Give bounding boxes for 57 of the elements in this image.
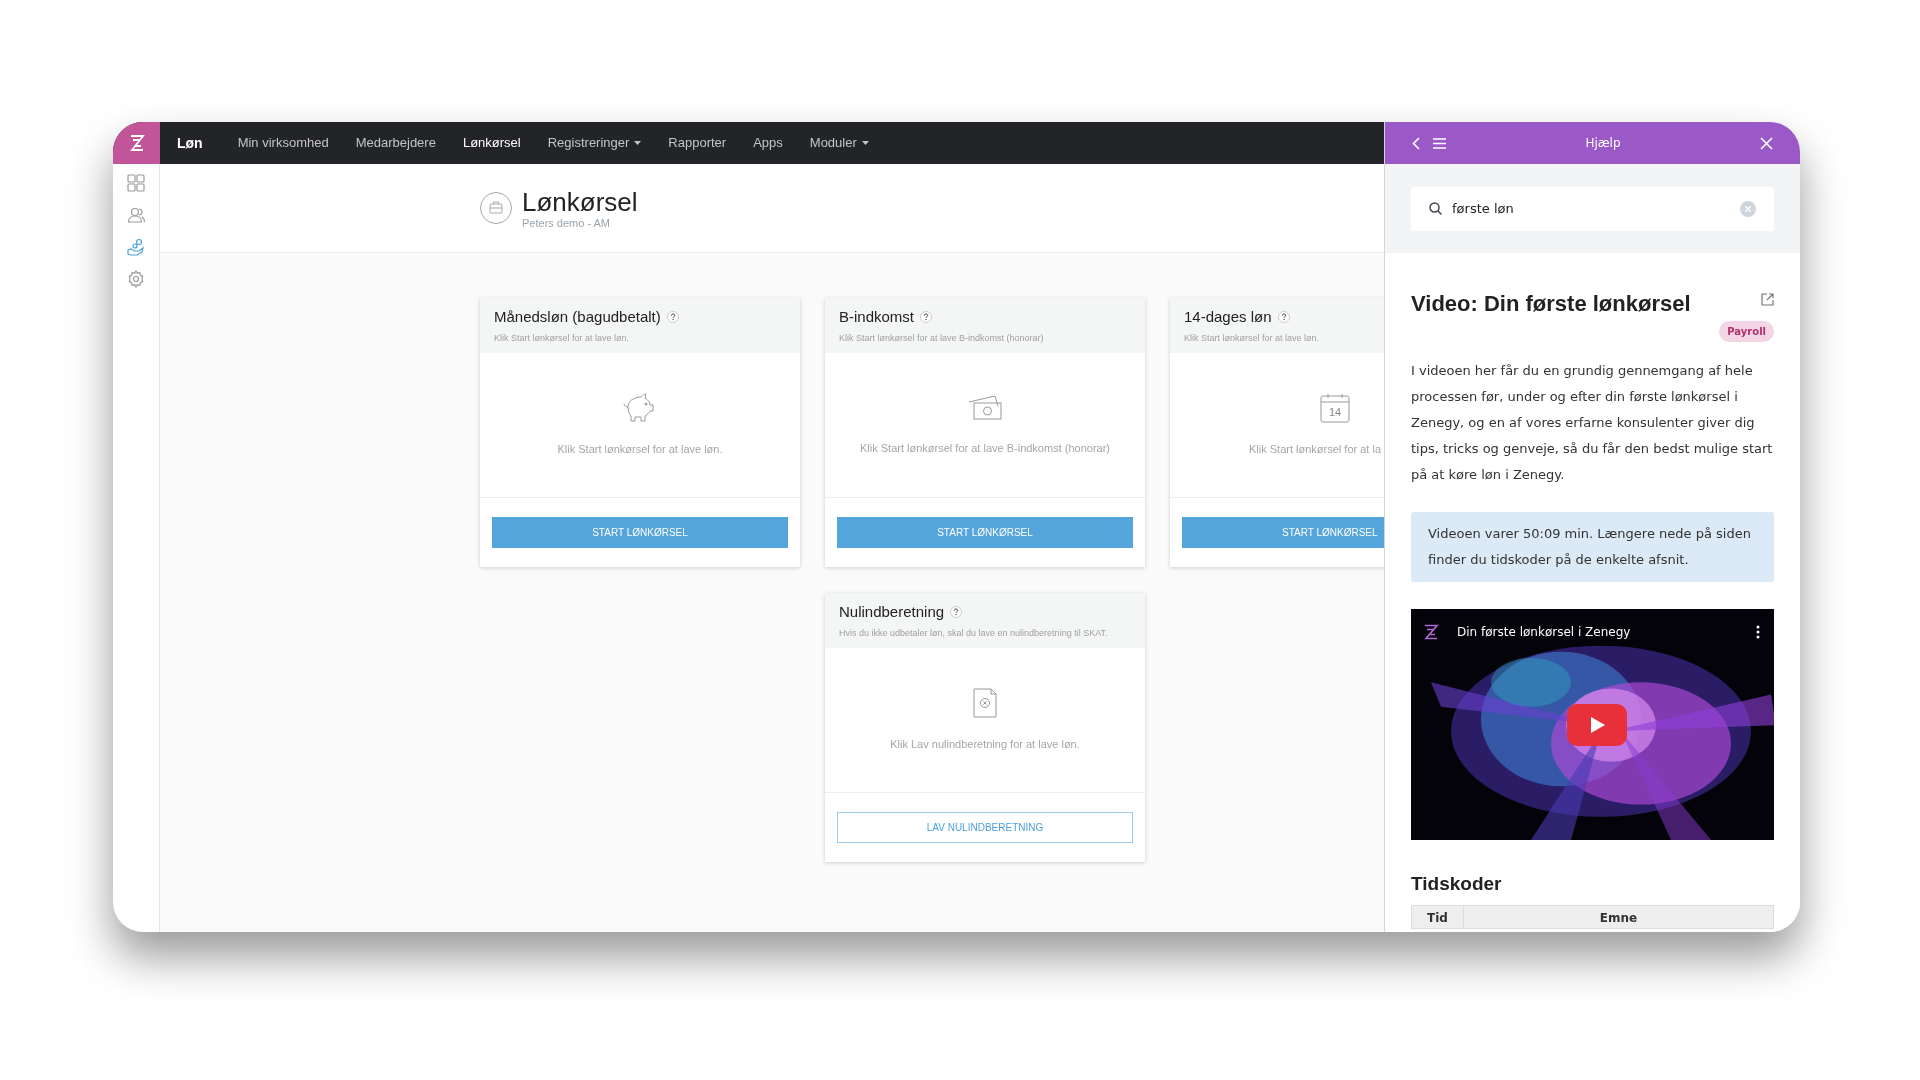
card-message: Klik Start lønkørsel for at lave B-indkomst (honorar) [860,440,1110,456]
help-icon[interactable] [920,311,933,324]
panel-title: Hjælp [1584,135,1622,152]
caret-icon [634,141,642,145]
card-subtitle: Klik Start lønkørsel for at lave løn. [1184,331,1321,345]
video-title: Din første lønkørsel i Zenegy [1457,624,1632,641]
back-icon[interactable] [1412,136,1420,150]
hand-coins-icon[interactable] [127,238,145,256]
card-subtitle: Hvis du ikke udbetaler løn, skal du lave en nulindberetning til SKAT. [839,626,1109,640]
nav-link[interactable]: Apps [753,133,783,153]
search-icon [1429,202,1442,215]
info-note: Videoen varer 50:09 min. Længere nede på siden finder du tidskoder på de enkelte afsnit. [1411,512,1774,582]
nav-link[interactable]: Rapporter [668,133,727,153]
article-text: I videoen her får du en grundig gennemgang af hele processen før, under og efter din første lønkørsel i Zenegy, og en af vores erfarne konsulenter giver dig tips, tricks og genveje, så du får den bedst mulige start på at køre løn i Zenegy. [1411,362,1774,484]
card-message: Klik Start lønkørsel for at lave løn. [557,441,723,457]
search-field[interactable]: første løn [1411,186,1774,231]
logo-icon [128,134,145,152]
card-title: Månedsløn (bagudbetalt) [494,307,661,327]
card-subtitle: Klik Start lønkørsel for at lave B-indkomst (honorar) [839,331,1045,345]
close-icon[interactable] [1760,136,1773,150]
category-tag: Payroll [1719,321,1774,342]
logo-tile[interactable] [113,122,160,164]
card-message: Klik Start lønkørsel for at la [1249,441,1382,457]
nav-link[interactable]: Min virksomhed [237,133,329,153]
channel-logo-icon [1423,624,1439,640]
more-icon[interactable] [1756,625,1760,639]
page-subtitle: Peters demo - AM [522,216,612,230]
card-title: 14-dages løn [1184,307,1272,327]
page-title: Lønkørsel [522,186,638,217]
card-message: Klik Lav nulindberetning for at lave løn. [890,736,1080,752]
card-subtitle: Klik Start lønkørsel for at lave løn. [494,331,631,345]
people-icon[interactable] [127,206,145,224]
menu-icon[interactable] [1433,137,1446,149]
external-link-icon[interactable] [1761,293,1774,306]
section-title: Løn [177,133,203,153]
section-heading: Tidskoder [1411,872,1503,896]
card-title: B-indkomst [839,307,915,327]
nav-link[interactable]: Registreringer [547,133,642,153]
calendar-icon: 14 [1320,392,1350,423]
piggy-bank-icon [623,392,657,423]
play-icon[interactable] [1567,704,1627,746]
help-icon[interactable] [666,311,679,324]
briefcase-icon [480,192,512,224]
grid-icon[interactable] [127,174,145,192]
nav-link[interactable]: Medarbejdere [355,133,436,153]
settings-icon[interactable] [127,270,145,288]
column-header: Tid [1412,905,1464,928]
card-title: Nulindberetning [839,602,945,622]
document-cross-icon [973,687,997,718]
help-icon[interactable] [950,606,963,619]
banknotes-icon [967,393,1003,422]
caret-icon [861,141,869,145]
nav-link[interactable]: Moduler [809,133,869,153]
nav-link[interactable]: Lønkørsel [462,133,521,153]
column-header: Emne [1598,909,1639,927]
help-icon[interactable] [1277,311,1290,324]
article-title: Video: Din første lønkørsel [1411,290,1691,318]
